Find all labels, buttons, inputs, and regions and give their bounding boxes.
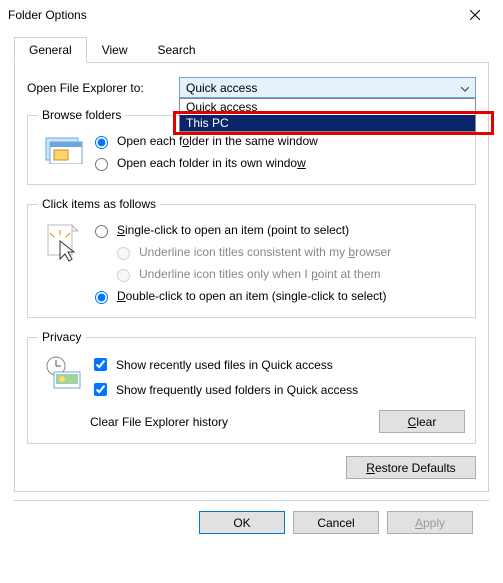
apply-button: Apply	[387, 511, 473, 534]
privacy-legend: Privacy	[38, 330, 85, 344]
tab-bar: General View Search	[14, 36, 489, 63]
dropdown-list: Quick access This PC	[179, 98, 476, 132]
clear-history-label: Clear File Explorer history	[90, 415, 379, 429]
check-recent-files-input[interactable]	[94, 358, 107, 371]
folder-window-icon	[44, 134, 84, 164]
open-explorer-label: Open File Explorer to:	[27, 81, 179, 95]
privacy-icon	[44, 356, 84, 390]
check-recent-files[interactable]: Show recently used files in Quick access	[90, 352, 465, 377]
restore-defaults-button[interactable]: Restore Defaults	[346, 456, 476, 479]
dropdown-option-quick-access[interactable]: Quick access	[180, 99, 475, 115]
browse-folders-legend: Browse folders	[38, 108, 125, 122]
radio-single-click-input[interactable]	[95, 225, 108, 238]
tab-search[interactable]: Search	[143, 37, 211, 63]
tab-view[interactable]: View	[87, 37, 143, 63]
chevron-down-icon	[461, 81, 469, 95]
radio-single-click[interactable]: Single-click to open an item (point to s…	[90, 219, 465, 241]
radio-underline-point: Underline icon titles only when I point …	[90, 263, 465, 285]
ok-button[interactable]: OK	[199, 511, 285, 534]
check-frequent-folders-label: Show frequently used folders in Quick ac…	[116, 383, 358, 397]
radio-underline-point-input	[117, 269, 130, 282]
cancel-button[interactable]: Cancel	[293, 511, 379, 534]
radio-single-click-label: Single-click to open an item (point to s…	[117, 223, 349, 237]
check-frequent-folders[interactable]: Show frequently used folders in Quick ac…	[90, 377, 465, 402]
window-title: Folder Options	[8, 8, 455, 22]
tab-general[interactable]: General	[14, 37, 87, 63]
radio-own-window-input[interactable]	[95, 158, 108, 171]
check-recent-files-label: Show recently used files in Quick access	[116, 358, 333, 372]
privacy-group: Privacy Show recently used files in Quic…	[27, 330, 476, 444]
clear-button[interactable]: Clear	[379, 410, 465, 433]
radio-double-click-input[interactable]	[95, 291, 108, 304]
click-items-group: Click items as follows Single-click to o…	[27, 197, 476, 318]
dropdown-option-this-pc[interactable]: This PC	[180, 115, 475, 131]
check-frequent-folders-input[interactable]	[94, 383, 107, 396]
general-panel: Open File Explorer to: Quick access Quic…	[14, 63, 489, 492]
radio-same-window-label: Open each folder in the same window	[117, 134, 318, 148]
radio-underline-point-label: Underline icon titles only when I point …	[139, 267, 380, 281]
radio-own-window[interactable]: Open each folder in its own window	[90, 152, 465, 174]
close-button[interactable]	[455, 1, 495, 29]
close-icon	[470, 10, 480, 20]
dropdown-selected: Quick access	[186, 81, 257, 95]
radio-underline-browser-input	[117, 247, 130, 260]
open-explorer-dropdown[interactable]: Quick access Quick access This PC	[179, 77, 476, 98]
radio-own-window-label: Open each folder in its own window	[117, 156, 306, 170]
radio-underline-browser: Underline icon titles consistent with my…	[90, 241, 465, 263]
click-items-legend: Click items as follows	[38, 197, 160, 211]
radio-same-window[interactable]: Open each folder in the same window	[90, 130, 465, 152]
radio-same-window-input[interactable]	[95, 136, 108, 149]
cursor-page-icon	[46, 223, 82, 265]
radio-underline-browser-label: Underline icon titles consistent with my…	[139, 245, 391, 259]
radio-double-click-label: Double-click to open an item (single-cli…	[117, 289, 386, 303]
radio-double-click[interactable]: Double-click to open an item (single-cli…	[90, 285, 465, 307]
